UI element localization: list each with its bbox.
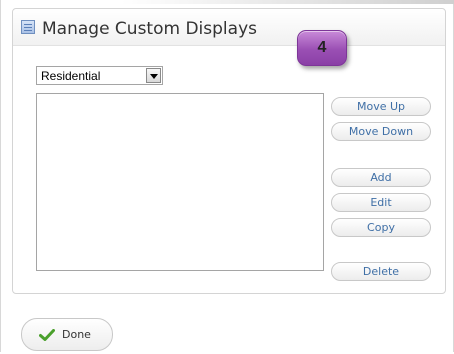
done-label: Done [62, 328, 91, 341]
copy-button[interactable]: Copy [331, 218, 431, 237]
move-down-button[interactable]: Move Down [331, 122, 431, 141]
step-badge: 4 [297, 30, 347, 66]
move-up-button[interactable]: Move Up [331, 97, 431, 116]
add-button[interactable]: Add [331, 168, 431, 187]
panel-header: Manage Custom Displays [13, 9, 445, 46]
edit-button[interactable]: Edit [331, 193, 431, 212]
window-icon [21, 20, 35, 34]
panel-title: Manage Custom Displays [42, 19, 257, 39]
dialog-frame: Manage Custom Displays 4 Residential Mov… [0, 0, 454, 352]
display-type-value: Residential [41, 69, 101, 83]
top-shadow [121, 0, 454, 4]
custom-displays-list[interactable] [36, 93, 324, 271]
dropdown-arrow-icon[interactable] [146, 68, 161, 83]
delete-button[interactable]: Delete [331, 262, 431, 281]
display-type-select[interactable]: Residential [36, 66, 163, 85]
done-button[interactable]: Done [21, 318, 113, 351]
checkmark-icon [39, 329, 55, 341]
